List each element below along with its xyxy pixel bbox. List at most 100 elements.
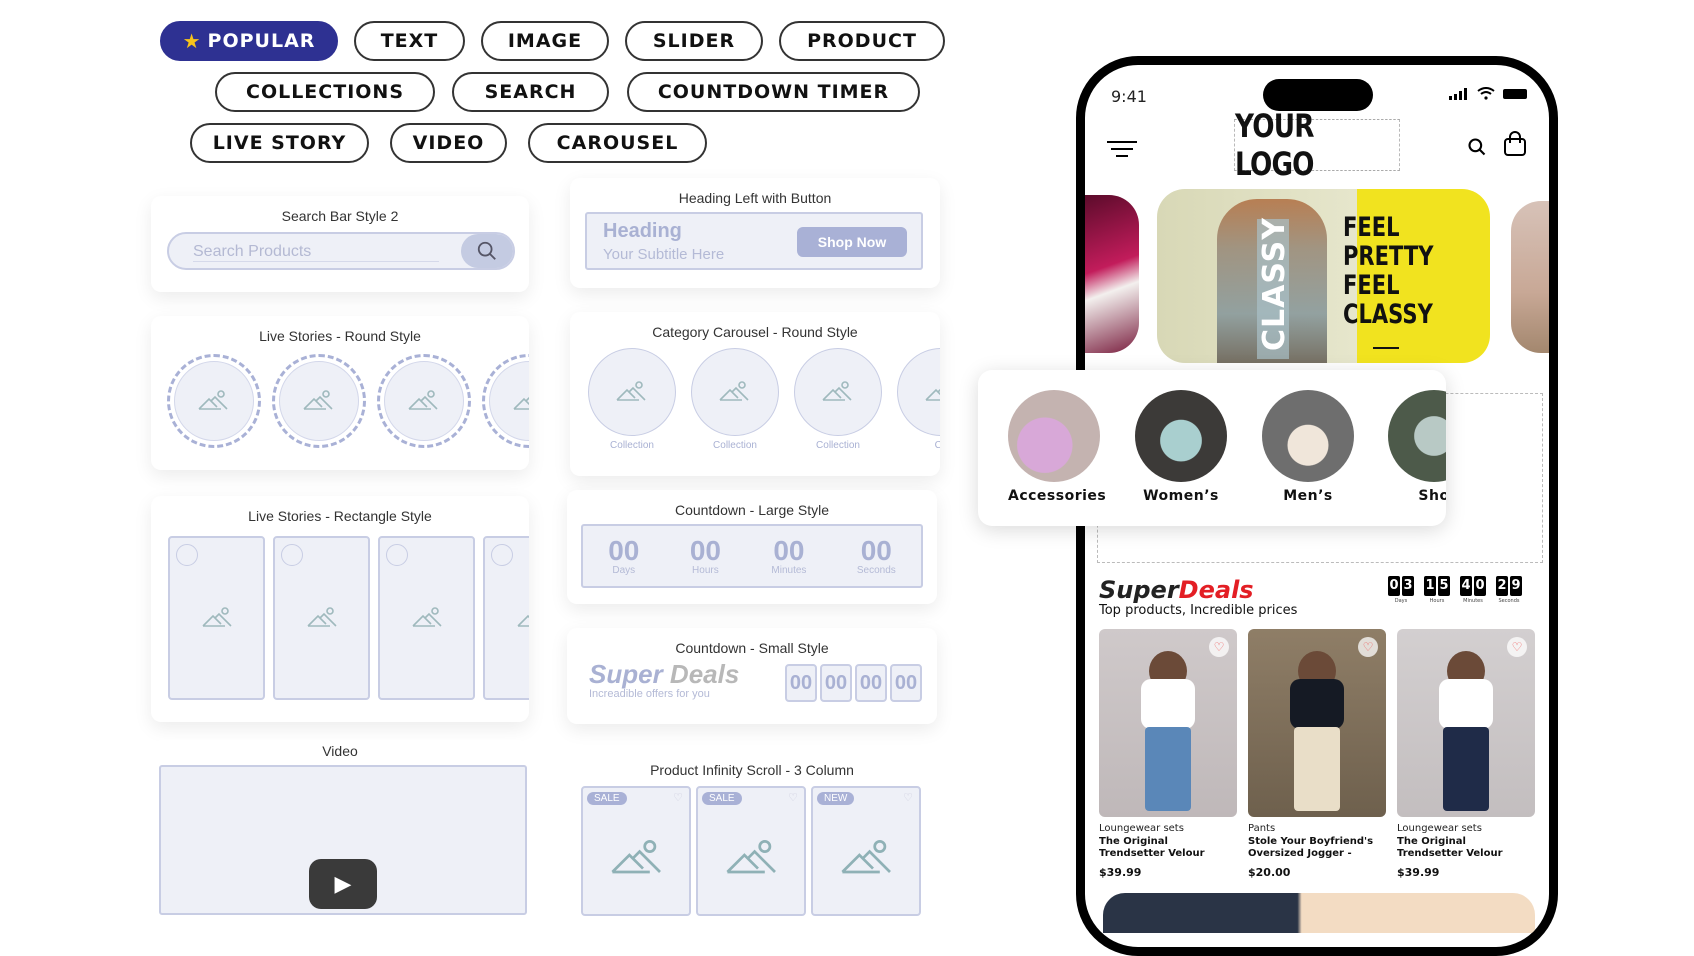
image-placeholder-icon [202,607,232,627]
product-badge: SALE [587,792,627,805]
wishlist-heart-icon[interactable]: ♡ [1209,637,1229,657]
product-placeholder[interactable]: NEW ♡ [811,786,921,916]
image-placeholder-icon [303,390,333,410]
image-placeholder-icon [198,390,228,410]
category-circle-item[interactable]: Women’s [1135,390,1227,504]
product-card[interactable]: ♡ Loungewear sets The Original Trendsetter… [1099,629,1237,879]
widget-heading-button[interactable]: Heading Left with Button Heading Your Su… [570,178,940,288]
product-image: ♡ [1397,629,1535,817]
story-rectangle[interactable] [273,536,370,700]
chip-text[interactable]: TEXT [354,21,465,61]
wishlist-heart-icon[interactable]: ♡ [1358,637,1378,657]
chip-image[interactable]: IMAGE [481,21,609,61]
category-image [1008,390,1100,482]
countdown-label: Days [612,564,636,576]
category-item[interactable]: Co [897,348,940,451]
widget-countdown-small[interactable]: Countdown - Small Style Super Deals Incr… [567,628,937,724]
category-item[interactable]: Collection [794,348,882,451]
chip-search[interactable]: SEARCH [452,72,609,112]
chip-carousel[interactable]: CAROUSEL [528,123,707,163]
heart-icon[interactable]: ♡ [788,791,798,804]
promo-banner[interactable] [1103,893,1535,933]
countdown-value: 00 [689,534,721,566]
deals-timer: 0 3 Days 1 5 Hours 4 0 Minutes 2 9 Seconds [1388,576,1522,604]
filter-menu-icon[interactable] [1107,141,1137,157]
widget-live-stories-round[interactable]: Live Stories - Round Style [151,316,529,470]
widget-live-stories-rectangle[interactable]: Live Stories - Rectangle Style [151,496,529,722]
chip-popular[interactable]: ★ POPULAR [160,21,338,61]
category-circle-item[interactable]: Sho [1388,390,1446,504]
avatar-icon [491,544,513,566]
video-placeholder[interactable]: ▶ [159,765,527,915]
timer-digit: 2 [1496,576,1508,596]
chip-product[interactable]: PRODUCT [779,21,945,61]
model-top [1439,679,1493,729]
category-item[interactable]: Collection [588,348,676,451]
heart-icon[interactable]: ♡ [673,791,683,804]
image-placeholder-icon [822,381,852,401]
story-rectangle[interactable] [378,536,475,700]
chip-countdown-timer[interactable]: COUNTDOWN TIMER [627,72,920,112]
wishlist-heart-icon[interactable]: ♡ [1507,637,1527,657]
countdown-value: 00 [860,534,892,566]
chip-label: TEXT [380,30,439,52]
timer-digit: 00 [785,664,817,702]
heading-banner: Heading Your Subtitle Here Shop Now [585,212,923,270]
shopping-bag-icon[interactable] [1503,131,1527,157]
timer-label: Minutes [1463,598,1483,604]
category-label: Co [934,440,940,451]
category-circle-item[interactable]: Accessories [1008,390,1106,504]
category-item[interactable]: Collection [691,348,779,451]
image-placeholder-icon [719,381,749,401]
chip-live-story[interactable]: LIVE STORY [190,123,369,163]
story-circle[interactable] [167,354,261,448]
logo-placeholder[interactable]: YOUR LOGO [1234,107,1400,183]
chip-slider[interactable]: SLIDER [625,21,763,61]
banner-line: CLASSY [1343,299,1433,330]
product-card[interactable]: ♡ Pants Stole Your Boyfriend's Oversized J… [1248,629,1386,879]
widget-search-bar[interactable]: Search Bar Style 2 Search Products [151,196,529,292]
heart-icon[interactable]: ♡ [903,791,913,804]
widget-countdown-large[interactable]: Countdown - Large Style 00 Days 00 Hours 0… [567,490,937,604]
banner-slide-active[interactable]: CLASSY FEEL PRETTY FEEL CLASSY [1157,189,1490,363]
story-rectangle[interactable] [168,536,265,700]
chip-collections[interactable]: COLLECTIONS [215,72,435,112]
banner-slide-next[interactable] [1511,201,1549,353]
search-icon[interactable] [1467,137,1487,157]
product-placeholder[interactable]: SALE ♡ [696,786,806,916]
search-input[interactable]: Search Products [167,232,515,270]
search-icon [477,241,496,260]
category-label: Collection [713,440,757,451]
shop-now-button[interactable]: Shop Now [797,227,907,257]
battery-icon [1503,88,1527,99]
product-name: Stole Your Boyfriend's Oversized Jogger … [1248,836,1374,859]
search-button[interactable] [461,234,513,268]
banner-slide-prev[interactable] [1085,195,1139,353]
widget-video[interactable]: Video ▶ [151,740,529,915]
widget-title: Category Carousel - Round Style [652,324,858,340]
product-placeholder[interactable]: SALE ♡ [581,786,691,916]
countdown-label: Minutes [771,564,807,576]
deals-title: SuperDeals [1099,577,1254,603]
play-icon: ▶ [334,871,352,897]
chip-video[interactable]: VIDEO [390,123,507,163]
widget-category-carousel[interactable]: Category Carousel - Round Style Collecti… [570,312,940,476]
timer-digit: 00 [855,664,887,702]
heading-part: Super [589,659,663,689]
story-circle[interactable] [482,354,529,448]
category-image [1388,390,1446,482]
story-rectangle[interactable] [483,536,529,700]
product-card[interactable]: ♡ Loungewear sets The Original Trendsetter… [1397,629,1535,879]
timer-digit: 00 [820,664,852,702]
category-circle-item[interactable]: Men’s [1262,390,1354,504]
story-circle[interactable] [272,354,366,448]
chip-label: COUNTDOWN TIMER [657,81,890,103]
widget-product-scroll[interactable]: Product Infinity Scroll - 3 Column SALE ♡… [567,748,937,916]
category-name: Sho [1418,488,1446,504]
play-button[interactable]: ▶ [309,859,377,909]
chip-label: LIVE STORY [212,132,347,154]
timer-unit: 4 0 Minutes [1460,576,1486,604]
subtitle-text: Increadible offers for you [589,688,710,700]
avatar-icon [176,544,198,566]
story-circle[interactable] [377,354,471,448]
